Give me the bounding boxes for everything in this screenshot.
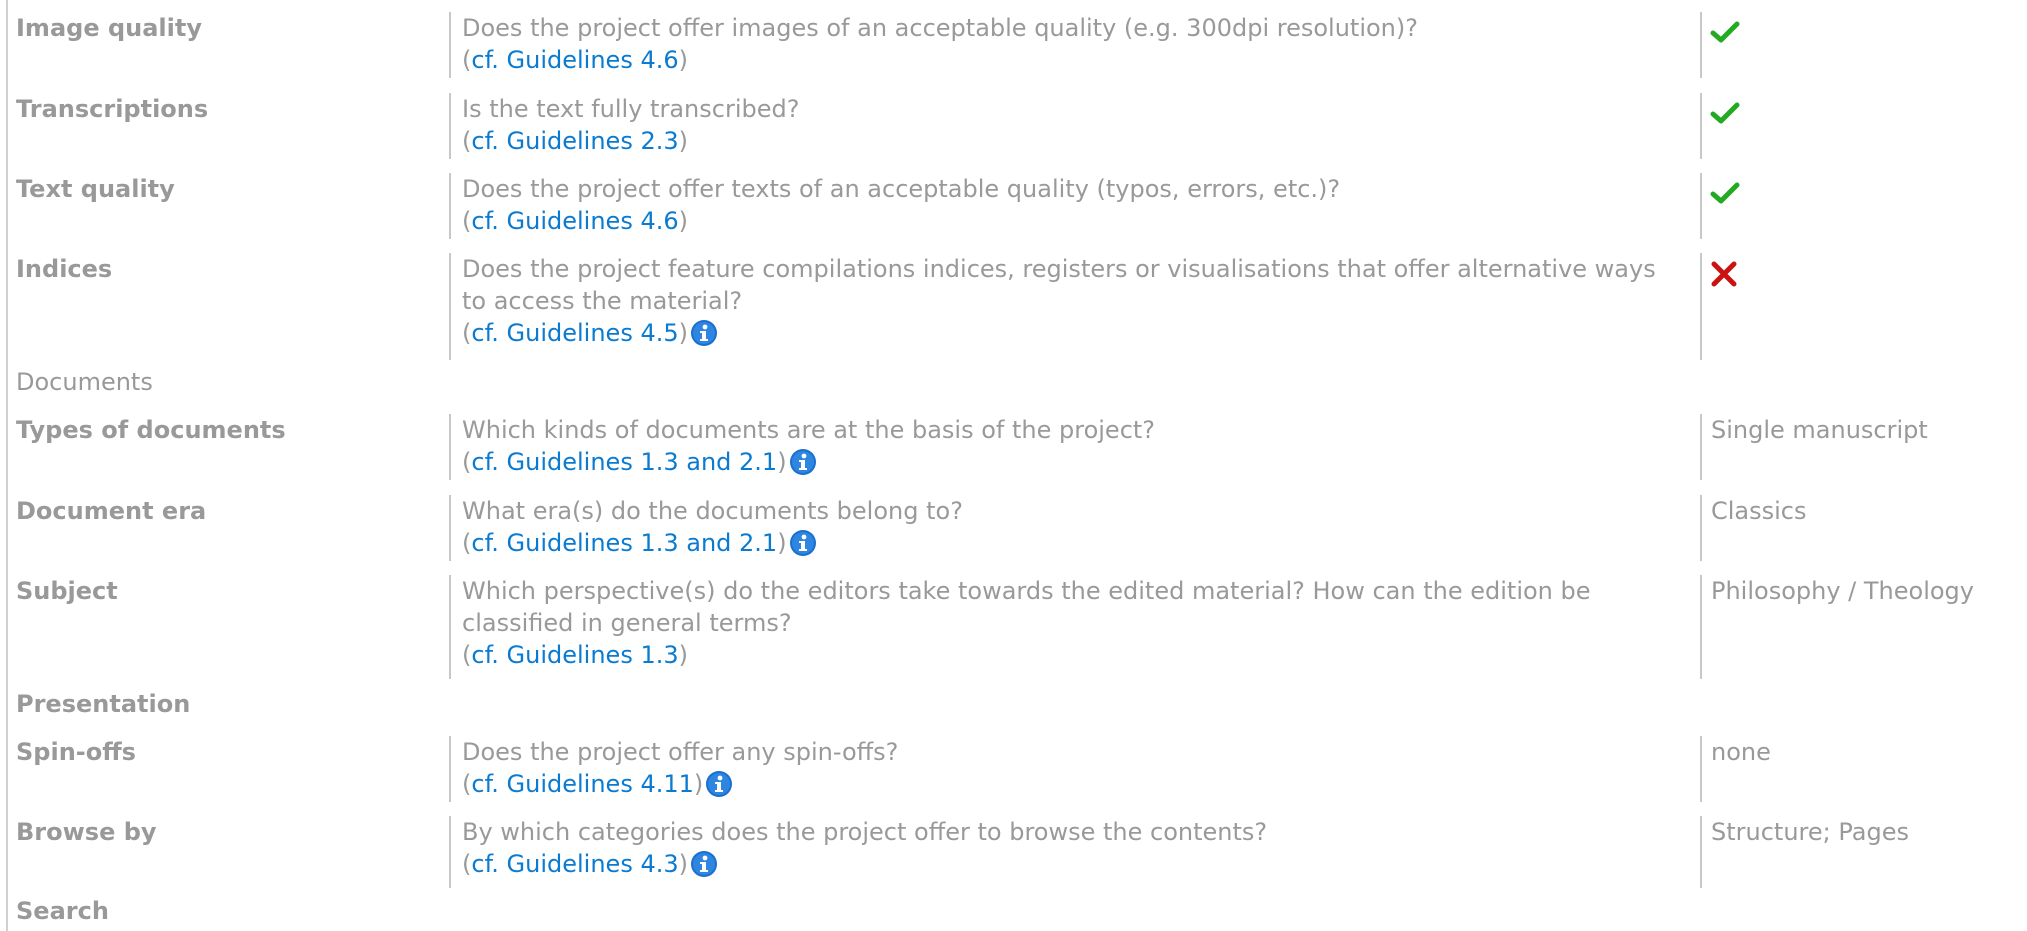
answer-cell: Classics	[1700, 495, 2027, 561]
answer-text: Single manuscript	[1711, 416, 1928, 444]
answer-cell	[1700, 173, 2027, 239]
question-text: Is the text fully transcribed?	[462, 95, 800, 123]
paren-close: )	[678, 319, 688, 347]
answer-cell: Philosophy / Theology	[1700, 575, 2027, 679]
paren-close: )	[777, 529, 787, 557]
question-cell: What era(s) do the documents belong to? …	[449, 495, 1703, 561]
guidelines-link[interactable]: cf. Guidelines 2.3	[471, 127, 678, 155]
info-icon[interactable]	[789, 448, 817, 484]
answer-cell	[1700, 253, 2027, 360]
answer-text: none	[1711, 738, 1771, 766]
check-icon	[1710, 21, 1740, 43]
paren-close: )	[777, 448, 787, 476]
guidelines-link[interactable]: cf. Guidelines 1.3 and 2.1	[471, 529, 777, 557]
check-icon	[1710, 182, 1740, 204]
question-cell: Does the project offer images of an acce…	[449, 12, 1703, 78]
criteria-row-document-era: Document era What era(s) do the document…	[0, 495, 2027, 561]
criteria-label: Indices	[16, 255, 113, 283]
answer-cell	[1700, 12, 2027, 78]
criteria-label: Types of documents	[16, 416, 286, 444]
answer-text: Classics	[1711, 497, 1807, 525]
criteria-label: Image quality	[16, 14, 202, 42]
criteria-row-text-quality: Text quality Does the project offer text…	[0, 173, 2027, 239]
paren-close: )	[678, 850, 688, 878]
paren-open: (	[462, 770, 472, 798]
question-text-line2: to access the material?	[462, 287, 743, 315]
paren-close: )	[678, 127, 688, 155]
paren-close: )	[678, 207, 688, 235]
criteria-row-transcriptions: Transcriptions Is the text fully transcr…	[0, 93, 2027, 159]
info-icon[interactable]	[690, 850, 718, 886]
criteria-label: Document era	[16, 497, 207, 525]
question-text: Does the project offer texts of an accep…	[462, 175, 1341, 203]
criteria-row-browse-by: Browse by By which categories does the p…	[0, 816, 2027, 888]
question-text: Which kinds of documents are at the basi…	[462, 416, 1156, 444]
info-icon[interactable]	[690, 319, 718, 355]
cross-icon	[1711, 261, 1737, 287]
section-heading-search: Search	[16, 897, 109, 925]
paren-open: (	[462, 207, 472, 235]
info-icon[interactable]	[705, 770, 733, 806]
check-icon	[1710, 102, 1740, 124]
info-icon[interactable]	[789, 529, 817, 565]
question-text: What era(s) do the documents belong to?	[462, 497, 963, 525]
criteria-label: Browse by	[16, 818, 157, 846]
paren-open: (	[462, 127, 472, 155]
guidelines-link[interactable]: cf. Guidelines 4.11	[471, 770, 694, 798]
question-cell: By which categories does the project off…	[449, 816, 1703, 888]
criteria-row-types-of-documents: Types of documents Which kinds of docume…	[0, 414, 2027, 480]
paren-close: )	[693, 770, 704, 798]
paren-open: (	[462, 529, 472, 557]
question-cell: Which perspective(s) do the editors take…	[449, 575, 1703, 679]
criteria-label: Subject	[16, 577, 118, 605]
question-text-line2: classified in general terms?	[462, 609, 792, 637]
question-text: Does the project offer images of an acce…	[462, 14, 1418, 42]
guidelines-link[interactable]: cf. Guidelines 4.5	[471, 319, 678, 347]
guidelines-link[interactable]: cf. Guidelines 4.6	[471, 207, 678, 235]
criteria-row-subject: Subject Which perspective(s) do the edit…	[0, 575, 2027, 679]
criteria-row-image-quality: Image quality Does the project offer ima…	[0, 12, 2027, 78]
question-cell: Is the text fully transcribed? (cf. Guid…	[449, 93, 1703, 159]
answer-cell: Structure; Pages	[1700, 816, 2027, 888]
section-heading-documents: Documents	[16, 368, 153, 396]
guidelines-link[interactable]: cf. Guidelines 4.6	[471, 46, 678, 74]
paren-open: (	[462, 319, 472, 347]
criteria-label: Transcriptions	[16, 95, 209, 123]
question-cell: Which kinds of documents are at the basi…	[449, 414, 1703, 480]
criteria-row-spin-offs: Spin-offs Does the project offer any spi…	[0, 736, 2027, 802]
answer-cell: none	[1700, 736, 2027, 802]
paren-open: (	[462, 46, 472, 74]
section-heading-presentation: Presentation	[16, 690, 191, 718]
guidelines-link[interactable]: cf. Guidelines 1.3	[471, 641, 678, 669]
criteria-row-indices: Indices Does the project feature compila…	[0, 253, 2027, 360]
question-cell: Does the project feature compilations in…	[449, 253, 1703, 360]
question-text-line1: Which perspective(s) do the editors take…	[462, 577, 1591, 605]
guidelines-link[interactable]: cf. Guidelines 1.3 and 2.1	[471, 448, 777, 476]
paren-close: )	[678, 641, 688, 669]
answer-text: Structure; Pages	[1711, 818, 1909, 846]
question-cell: Does the project offer texts of an accep…	[449, 173, 1703, 239]
criteria-label: Spin-offs	[16, 738, 136, 766]
paren-open: (	[462, 641, 472, 669]
question-text: By which categories does the project off…	[462, 818, 1268, 846]
paren-close: )	[678, 46, 688, 74]
paren-open: (	[462, 448, 472, 476]
question-cell: Does the project offer any spin-offs? (c…	[449, 736, 1703, 802]
answer-cell: Single manuscript	[1700, 414, 2027, 480]
paren-open: (	[462, 850, 472, 878]
answer-text: Philosophy / Theology	[1711, 577, 1974, 605]
guidelines-link[interactable]: cf. Guidelines 4.3	[471, 850, 678, 878]
answer-cell	[1700, 93, 2027, 159]
criteria-label: Text quality	[16, 175, 175, 203]
question-text-line1: Does the project feature compilations in…	[462, 255, 1656, 283]
question-text: Does the project offer any spin-offs?	[462, 738, 899, 766]
